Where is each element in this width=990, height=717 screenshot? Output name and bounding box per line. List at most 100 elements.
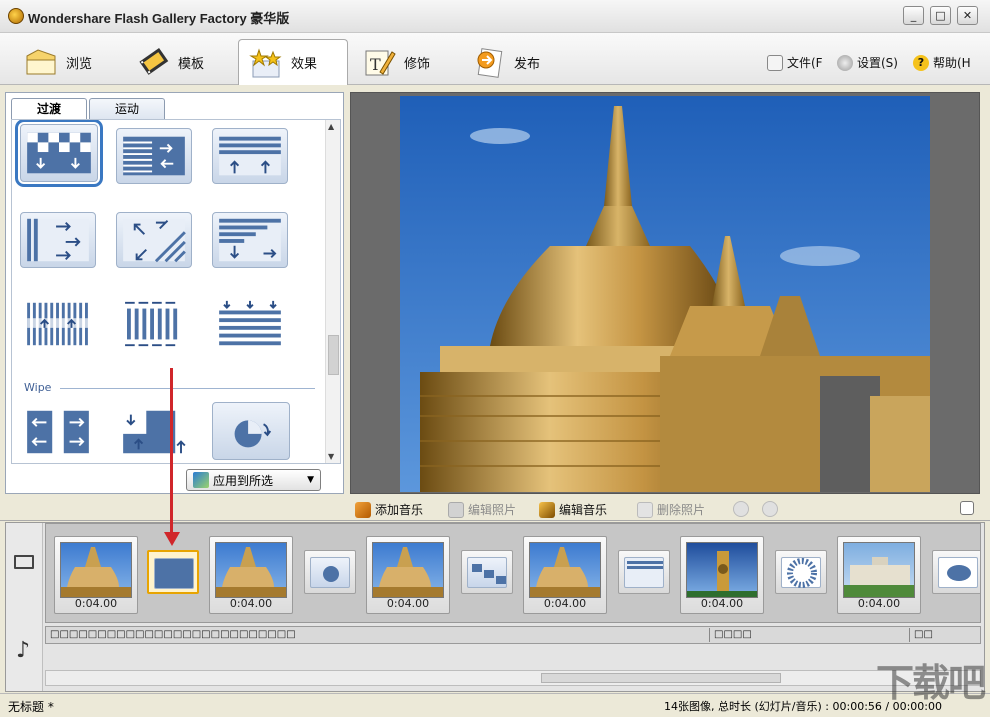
edit-photo-button[interactable]: 编辑照片 <box>448 501 516 518</box>
subtab-transitions[interactable]: 过渡 <box>11 98 87 121</box>
music-track[interactable]: □□□□□□□□□□□□□□□□□□□□□□□□□□ □□□□ □□ <box>45 626 981 644</box>
apply-icon <box>193 472 209 488</box>
tab-template[interactable]: 模板 <box>126 39 230 85</box>
scroll-thumb[interactable] <box>328 335 339 375</box>
photo-preview <box>215 542 287 598</box>
transition-bars-right[interactable] <box>20 212 96 268</box>
minimize-button[interactable]: _ <box>903 6 924 25</box>
transition-slot-5[interactable] <box>775 550 827 594</box>
tab-template-label: 模板 <box>178 56 205 72</box>
timeline-actions-bar: 添加音乐 编辑照片 编辑音乐 删除照片 <box>0 497 990 521</box>
preview-pane <box>350 92 980 494</box>
title-bar: Wondershare Flash Gallery Factory 豪华版 _ … <box>0 0 990 33</box>
help-menu-label: 帮助(H <box>933 56 971 70</box>
transition-wipe-split[interactable] <box>20 404 96 460</box>
photo-duration: 0:04.00 <box>74 597 118 610</box>
subtab-motion[interactable]: 运动 <box>89 98 165 120</box>
storyboard-timeline: ♪ 0:04.00 0:04.00 0:04.00 0:04.00 0:04.0… <box>5 522 985 692</box>
transition-slot-4[interactable] <box>618 550 670 594</box>
window-title: Wondershare Flash Gallery Factory 豪华版 <box>28 11 290 26</box>
transition-lines-down[interactable] <box>212 212 288 268</box>
add-music-button[interactable]: 添加音乐 <box>355 501 423 518</box>
publish-icon <box>472 46 506 78</box>
tab-decorate-label: 修饰 <box>404 56 431 72</box>
timeline-scroll-thumb[interactable] <box>541 673 781 683</box>
rotate-right-button[interactable] <box>762 501 782 517</box>
photo-duration: 0:04.00 <box>386 597 430 610</box>
transition-horizontal-stripes[interactable] <box>212 296 288 352</box>
stars-icon <box>249 47 283 79</box>
rotate-left-icon <box>733 501 749 517</box>
effects-panel: 过渡 运动 Wipe ▲ ▼ 应用到所选 ▼ <box>5 92 344 494</box>
annotation-arrow-head <box>164 532 180 546</box>
transition-blinds-left[interactable] <box>116 128 192 184</box>
music-segment[interactable]: □□□□□□□□□□□□□□□□□□□□□□□□□□ <box>46 628 710 642</box>
delete-photo-button[interactable]: 删除照片 <box>637 501 705 518</box>
transition-slot-6[interactable] <box>932 550 980 594</box>
tab-browse-label: 浏览 <box>66 56 93 72</box>
transition-slot-2[interactable] <box>304 550 356 594</box>
photo-duration: 0:04.00 <box>857 597 901 610</box>
photo-thumb-4[interactable]: 0:04.00 <box>523 536 607 614</box>
delete-icon <box>637 501 653 518</box>
photo-duration: 0:04.00 <box>229 597 273 610</box>
rotate-right-icon <box>762 501 778 517</box>
photo-preview <box>843 542 915 598</box>
maximize-button[interactable]: □ <box>930 6 951 25</box>
photo-preview <box>60 542 132 598</box>
watermark: 下载吧 <box>875 661 986 705</box>
transition-lines-up[interactable] <box>212 128 288 184</box>
chevron-down-icon: ▼ <box>307 475 314 485</box>
photo-duration: 0:04.00 <box>543 597 587 610</box>
transition-slot-1[interactable] <box>147 550 199 594</box>
photo-thumb-5[interactable]: 0:04.00 <box>680 536 764 614</box>
transition-vertical-stripes[interactable] <box>116 296 192 352</box>
app-logo-icon <box>8 8 24 24</box>
expand-timeline-button[interactable] <box>960 501 978 515</box>
tab-decorate[interactable]: T 修饰 <box>352 39 460 85</box>
transition-clock-wipe[interactable] <box>212 402 290 460</box>
music-segment[interactable]: □□□□ <box>710 628 910 642</box>
transition-diagonal[interactable] <box>116 212 192 268</box>
scroll-up-icon[interactable]: ▲ <box>328 122 334 131</box>
transition-preview <box>938 557 978 588</box>
gallery-scrollbar[interactable]: ▲ ▼ <box>325 120 340 463</box>
file-icon <box>767 54 783 71</box>
tab-effects[interactable]: 效果 <box>238 39 348 85</box>
rotate-left-button[interactable] <box>733 501 753 517</box>
status-bar: 无标题 * 14张图像, 总时长 (幻灯片/音乐) : 00:00:56 / 0… <box>0 693 990 717</box>
edit-photo-icon <box>448 501 464 518</box>
annotation-arrow <box>170 368 173 538</box>
photo-thumb-6[interactable]: 0:04.00 <box>837 536 921 614</box>
transition-preview <box>154 558 194 589</box>
photo-thumb-2[interactable]: 0:04.00 <box>209 536 293 614</box>
edit-music-label: 编辑音乐 <box>559 503 608 517</box>
settings-menu[interactable]: 设置(S) <box>837 54 898 71</box>
help-menu[interactable]: ? 帮助(H <box>913 54 971 71</box>
close-button[interactable]: ✕ <box>957 6 978 25</box>
wipe-section-label: Wipe <box>24 381 52 394</box>
photo-preview <box>686 542 758 598</box>
add-music-label: 添加音乐 <box>375 503 424 517</box>
file-menu[interactable]: 文件(F <box>767 54 823 71</box>
photo-thumb-3[interactable]: 0:04.00 <box>366 536 450 614</box>
tab-publish-label: 发布 <box>514 56 541 72</box>
transition-wipe-step[interactable] <box>116 404 192 460</box>
scroll-down-icon[interactable]: ▼ <box>328 452 334 461</box>
transition-vertical-blinds[interactable] <box>20 296 96 352</box>
tab-effects-label: 效果 <box>291 57 318 72</box>
photo-thumb-1[interactable]: 0:04.00 <box>54 536 138 614</box>
timeline-scrollbar[interactable] <box>45 670 981 686</box>
edit-music-icon <box>539 501 555 518</box>
tab-publish[interactable]: 发布 <box>462 39 562 85</box>
timeline-side-icons: ♪ <box>6 523 43 691</box>
edit-music-button[interactable]: 编辑音乐 <box>539 501 607 518</box>
transition-preview <box>781 557 821 588</box>
tab-browse[interactable]: 浏览 <box>14 39 116 85</box>
folder-icon <box>24 46 58 78</box>
music-segment[interactable]: □□ <box>910 628 980 642</box>
apply-to-selected-button[interactable]: 应用到所选 ▼ <box>186 469 321 491</box>
transition-slot-3[interactable] <box>461 550 513 594</box>
transition-checker-down[interactable] <box>15 120 103 187</box>
add-music-icon <box>355 501 371 518</box>
